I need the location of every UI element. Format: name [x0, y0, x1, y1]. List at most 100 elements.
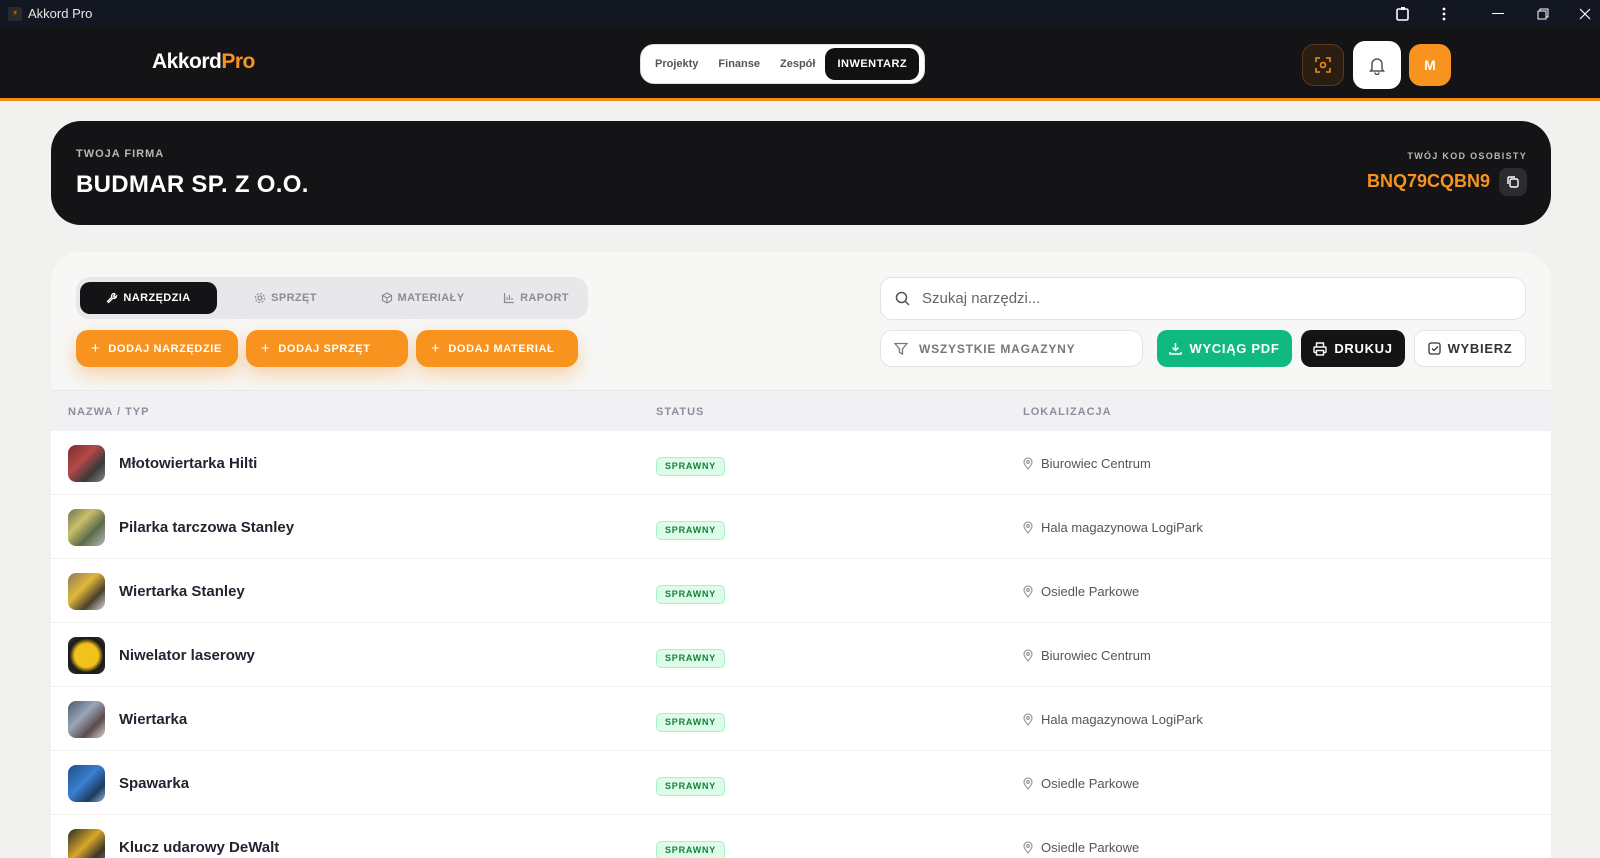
tool-thumbnail	[68, 445, 105, 482]
column-location[interactable]: LOKALIZACJA	[1023, 406, 1112, 418]
location-pin-icon	[1023, 777, 1033, 790]
status-badge: SPRAWNY	[656, 777, 726, 796]
tool-thumbnail	[68, 637, 105, 674]
table-row[interactable]: Klucz udarowy DeWalt SPRAWNY Osiedle Par…	[51, 815, 1551, 858]
brand-logo[interactable]: AkkordPro	[152, 50, 255, 74]
tool-location: Biurowiec Centrum	[1023, 456, 1151, 471]
tab-narzedzia[interactable]: NARZĘDZIA	[80, 282, 217, 314]
tools-table-body: Młotowiertarka Hilti SPRAWNY Biurowiec C…	[51, 431, 1551, 858]
tab-raport[interactable]: RAPORT	[491, 282, 581, 314]
app-logo-icon: ⚡	[8, 6, 22, 21]
user-avatar[interactable]: M	[1409, 44, 1451, 86]
minimize-icon[interactable]	[1483, 0, 1513, 27]
status-badge: SPRAWNY	[656, 649, 726, 668]
status-badge: SPRAWNY	[656, 841, 726, 858]
tool-location: Osiedle Parkowe	[1023, 840, 1139, 855]
plus-icon: +	[91, 340, 101, 357]
tool-thumbnail	[68, 765, 105, 802]
filter-icon	[894, 342, 908, 355]
tab-sprzet[interactable]: SPRZĘT	[217, 282, 354, 314]
tool-thumbnail	[68, 829, 105, 858]
pdf-export-button[interactable]: WYCIĄG PDF	[1157, 330, 1292, 367]
add-tool-button[interactable]: + DODAJ NARZĘDZIE	[76, 330, 238, 367]
download-icon	[1169, 343, 1183, 355]
tool-name: Spawarka	[119, 775, 190, 792]
location-pin-icon	[1023, 713, 1033, 726]
status-badge: SPRAWNY	[656, 713, 726, 732]
main-nav: Projekty Finanse Zespół INWENTARZ	[640, 44, 925, 84]
inventory-tabs: NARZĘDZIA SPRZĘT MATERIAŁY RAPORT	[76, 277, 588, 319]
location-pin-icon	[1023, 841, 1033, 854]
tool-thumbnail	[68, 573, 105, 610]
location-pin-icon	[1023, 457, 1033, 470]
add-material-button[interactable]: + DODAJ MATERIAŁ	[416, 330, 578, 367]
select-button[interactable]: WYBIERZ	[1414, 330, 1526, 367]
table-row[interactable]: Młotowiertarka Hilti SPRAWNY Biurowiec C…	[51, 431, 1551, 495]
tool-name: Wiertarka	[119, 711, 188, 728]
tool-name: Pilarka tarczowa Stanley	[119, 519, 295, 536]
window-titlebar: ⚡ Akkord Pro	[0, 0, 1600, 27]
copy-icon	[1507, 176, 1519, 188]
printer-icon	[1313, 341, 1328, 356]
location-pin-icon	[1023, 649, 1033, 662]
location-pin-icon	[1023, 585, 1033, 598]
tool-thumbnail	[68, 509, 105, 546]
personal-code: BNQ79CQBN9	[1366, 171, 1490, 191]
table-header: NAZWA / TYP STATUS LOKALIZACJA	[51, 390, 1551, 431]
tool-name: Młotowiertarka Hilti	[119, 455, 258, 472]
table-row[interactable]: Pilarka tarczowa Stanley SPRAWNY Hala ma…	[51, 495, 1551, 559]
tool-location: Hala magazynowa LogiPark	[1023, 712, 1203, 727]
table-row[interactable]: Niwelator laserowy SPRAWNY Biurowiec Cen…	[51, 623, 1551, 687]
close-icon[interactable]	[1570, 0, 1600, 27]
status-badge: SPRAWNY	[656, 585, 726, 604]
tool-location: Osiedle Parkowe	[1023, 584, 1139, 599]
tab-materialy[interactable]: MATERIAŁY	[354, 282, 491, 314]
tool-location: Biurowiec Centrum	[1023, 648, 1151, 663]
bell-icon	[1369, 58, 1385, 75]
inventory-panel: NARZĘDZIA SPRZĘT MATERIAŁY RAPORT + DODA…	[51, 252, 1551, 858]
tool-name: Niwelator laserowy	[119, 647, 255, 664]
column-name[interactable]: NAZWA / TYP	[68, 406, 149, 418]
table-row[interactable]: Wiertarka SPRAWNY Hala magazynowa LogiPa…	[51, 687, 1551, 751]
restore-icon[interactable]	[1528, 0, 1558, 27]
wrench-icon	[107, 292, 118, 304]
copy-code-button[interactable]	[1499, 168, 1527, 196]
tool-thumbnail	[68, 701, 105, 738]
personal-code-label: TWÓJ KOD OSOBISTY	[1407, 151, 1527, 161]
extensions-icon[interactable]	[1388, 0, 1418, 27]
warehouse-filter[interactable]: WSZYSTKIE MAGAZYNY	[880, 330, 1143, 367]
table-row[interactable]: Wiertarka Stanley SPRAWNY Osiedle Parkow…	[51, 559, 1551, 623]
plus-icon: +	[431, 340, 441, 357]
search-box	[880, 277, 1526, 320]
tool-location: Hala magazynowa LogiPark	[1023, 520, 1203, 535]
app-header: AkkordPro Projekty Finanse Zespół INWENT…	[0, 27, 1600, 101]
company-card: TWOJA FIRMA BUDMAR SP. Z O.O. TWÓJ KOD O…	[51, 121, 1551, 225]
more-menu-icon[interactable]	[1429, 0, 1459, 27]
tool-location: Osiedle Parkowe	[1023, 776, 1139, 791]
chart-icon	[503, 293, 515, 304]
plus-icon: +	[261, 340, 271, 357]
nav-tab-finanse[interactable]: Finanse	[708, 48, 770, 80]
notifications-button[interactable]	[1353, 41, 1401, 89]
location-pin-icon	[1023, 521, 1033, 534]
company-label: TWOJA FIRMA	[76, 148, 165, 160]
search-input[interactable]	[922, 290, 1502, 307]
nav-tab-projekty[interactable]: Projekty	[645, 48, 708, 80]
window-title: Akkord Pro	[28, 6, 93, 21]
company-name: BUDMAR SP. Z O.O.	[76, 171, 309, 198]
table-row[interactable]: Spawarka SPRAWNY Osiedle Parkowe	[51, 751, 1551, 815]
box-icon	[381, 292, 392, 304]
tool-name: Wiertarka Stanley	[119, 583, 245, 600]
status-badge: SPRAWNY	[656, 457, 726, 476]
print-button[interactable]: DRUKUJ	[1301, 330, 1405, 367]
column-status[interactable]: STATUS	[656, 406, 704, 418]
add-equipment-button[interactable]: + DODAJ SPRZĘT	[246, 330, 408, 367]
scan-button[interactable]	[1302, 44, 1344, 86]
nav-tab-zespol[interactable]: Zespół	[770, 48, 825, 80]
scan-icon	[1315, 57, 1331, 73]
status-badge: SPRAWNY	[656, 521, 726, 540]
checkbox-icon	[1427, 342, 1441, 355]
nav-tab-inwentarz[interactable]: INWENTARZ	[825, 48, 920, 80]
search-icon	[895, 291, 910, 306]
tool-name: Klucz udarowy DeWalt	[119, 839, 280, 856]
